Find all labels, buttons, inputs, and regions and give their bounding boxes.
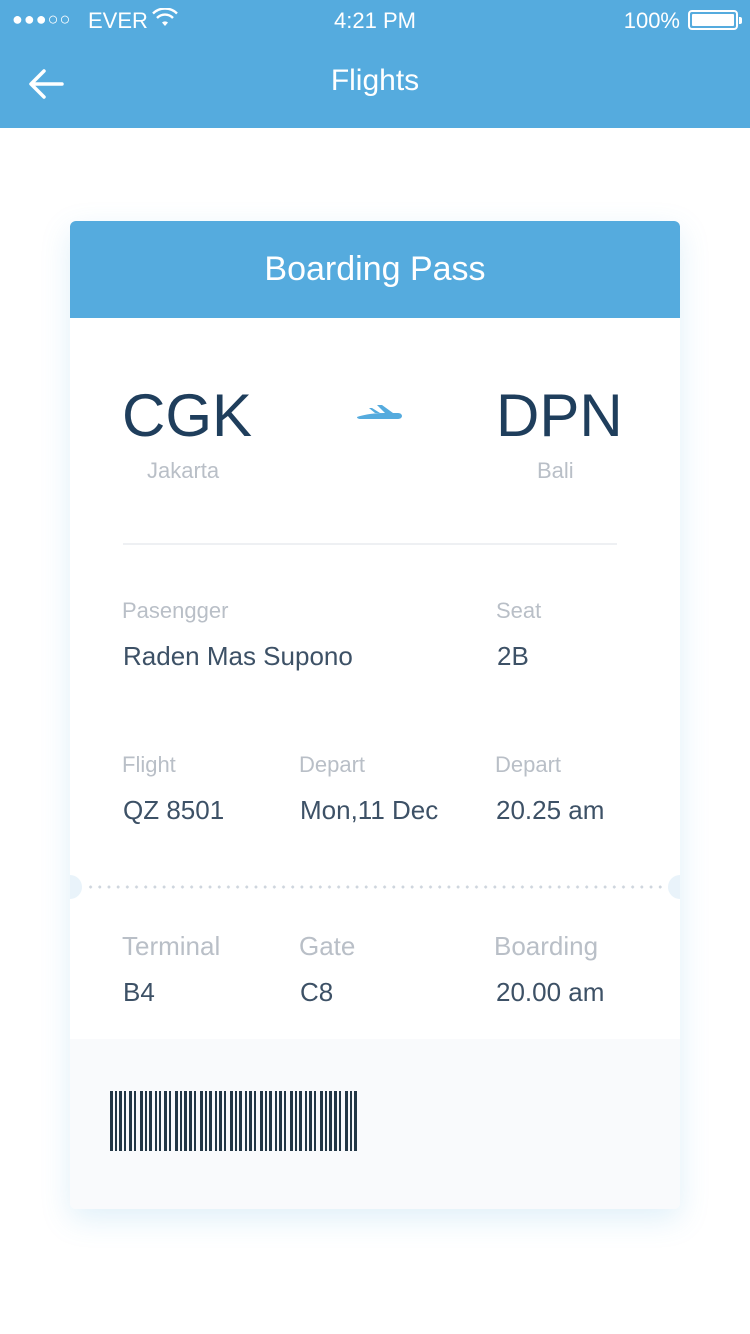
boarding-label: Boarding <box>494 931 599 961</box>
gate-value: C8 <box>300 977 334 1007</box>
battery-icon <box>688 10 742 30</box>
perforation-line <box>86 885 664 889</box>
gate-label: Gate <box>299 931 356 961</box>
app-header: ●●●○○ EVER 4:21 PM 100% Flights <box>0 0 750 128</box>
origin-code: CGK <box>122 382 253 449</box>
flight-label: Flight <box>122 752 176 777</box>
terminal-label: Terminal <box>122 931 221 961</box>
depart-time-label: Depart <box>495 752 562 777</box>
origin-city: Jakarta <box>147 458 220 483</box>
seat-value: 2B <box>497 641 529 671</box>
destination-city: Bali <box>537 458 574 483</box>
barcode <box>110 1091 626 1151</box>
terminal-value: B4 <box>123 977 155 1007</box>
depart-time-value: 20.25 am <box>496 795 605 825</box>
barcode-stripe <box>357 1091 360 1151</box>
passenger-value: Raden Mas Supono <box>123 641 353 671</box>
flight-value: QZ 8501 <box>123 795 225 825</box>
battery-percentage: 100% <box>623 8 680 33</box>
page-title: Flights <box>330 64 420 97</box>
card-title: Boarding Pass <box>70 221 680 318</box>
depart-date-label: Depart <box>299 752 366 777</box>
status-bar: ●●●○○ EVER 4:21 PM 100% <box>0 0 750 40</box>
seat-label: Seat <box>496 598 542 623</box>
boarding-value: 20.00 am <box>496 977 605 1007</box>
depart-date-value: Mon,11 Dec <box>300 795 439 825</box>
destination-code: DPN <box>496 382 623 449</box>
passenger-label: Pasengger <box>122 598 229 623</box>
ticket-notch-left <box>70 875 82 899</box>
ticket-notch-right <box>668 875 680 899</box>
barcode-section <box>70 1039 680 1209</box>
plane-icon <box>357 405 402 419</box>
boarding-pass-card: Boarding Pass CGK Jakarta DPN Bali Pasen… <box>70 221 680 1209</box>
divider <box>123 543 617 545</box>
